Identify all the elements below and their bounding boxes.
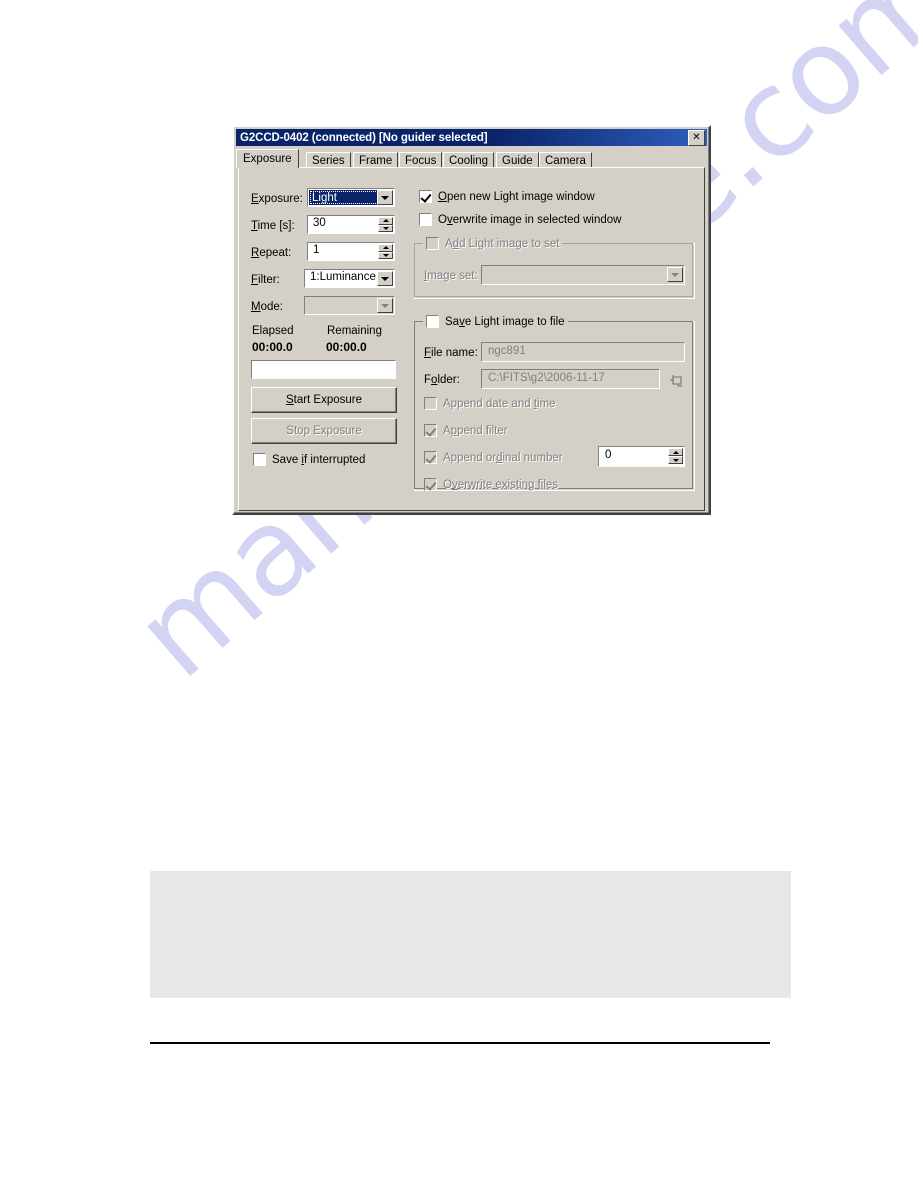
tab-focus[interactable]: Focus [399,152,443,168]
mode-label: Mode: [251,301,283,313]
ordinal-spinner[interactable]: 0 [598,446,685,467]
mode-combo[interactable] [304,296,395,315]
append-filter-label: Append filter [443,424,508,437]
file-name-input[interactable]: ngc891 [481,342,685,362]
close-icon[interactable]: ✕ [688,129,705,146]
exposure-progress-bar [251,360,396,379]
checkbox-box [253,453,266,466]
checkbox-box [419,213,432,226]
stop-exposure-label: Stop Exposure [286,425,362,437]
remaining-label: Remaining [327,325,382,337]
exposure-combo[interactable]: Light [307,188,395,207]
repeat-spin-buttons[interactable] [378,244,393,259]
folder-input[interactable]: C:\FITS\g2\2006-11-17 [481,369,660,389]
checkbox-box [426,237,439,250]
folder-label: Folder: [424,374,460,386]
overwrite-selected-window-label: Overwrite image in selected window [438,213,622,226]
repeat-spinner[interactable]: 1 [307,242,395,261]
tab-guide[interactable]: Guide [496,152,539,168]
filter-label: Filter: [251,274,280,286]
add-to-set-checkbox: Add Light image to set [423,237,563,250]
repeat-label: Repeat: [251,247,292,259]
chevron-down-icon [377,298,393,313]
ordinal-spin-buttons[interactable] [668,448,683,464]
open-new-window-label: Open new Light image window [438,190,595,203]
save-to-file-checkbox[interactable]: Save Light image to file [423,315,568,328]
spin-up-icon[interactable] [378,217,393,225]
spin-up-icon[interactable] [668,448,683,456]
append-ordinal-label: Append ordinal number [443,451,563,464]
spin-down-icon[interactable] [378,251,393,259]
dialog-titlebar: G2CCD-0402 (connected) [No guider select… [236,129,707,146]
checkbox-box [426,315,439,328]
ordinal-value: 0 [605,449,612,461]
chevron-down-icon[interactable] [377,271,393,286]
checkbox-box [424,451,437,464]
spin-up-icon[interactable] [378,244,393,252]
ccd-exposure-dialog: G2CCD-0402 (connected) [No guider select… [232,125,711,515]
start-exposure-label: Start Exposure [285,394,363,406]
chevron-down-icon[interactable] [377,190,393,205]
save-if-interrupted-label: Save if interrupted [272,453,366,466]
filter-combo[interactable]: 1:Luminance [304,269,395,288]
content-placeholder-box [150,871,791,998]
filter-value: 1:Luminance [310,271,376,283]
time-label: Time [s]: [251,220,295,232]
exposure-tab-page: Exposure: Light Time [s]: 30 Repeat: 1 F… [238,167,705,511]
tab-frame[interactable]: Frame [353,152,399,168]
open-new-window-checkbox[interactable]: Open new Light image window [419,190,595,203]
time-value: 30 [313,217,326,229]
remaining-value: 00:00.0 [326,340,367,354]
folder-value: C:\FITS\g2\2006-11-17 [488,372,605,384]
file-name-value: ngc891 [488,345,526,357]
save-to-file-group: Save Light image to file File name: ngc8… [414,315,695,491]
time-spin-buttons[interactable] [378,217,393,232]
overwrite-existing-checkbox: Overwrite existing files [424,478,558,491]
add-to-set-group: Add Light image to set Image set: [414,237,695,299]
start-exposure-button[interactable]: Start Exposure [251,387,397,413]
append-date-time-label: Append date and time [443,397,556,410]
spin-down-icon[interactable] [668,456,683,464]
elapsed-label: Elapsed [252,325,294,337]
append-filter-checkbox: Append filter [424,424,508,437]
append-ordinal-checkbox: Append ordinal number [424,451,563,464]
overwrite-existing-label: Overwrite existing files [443,478,559,491]
add-to-set-label: Add Light image to set [445,237,560,250]
dialog-title: G2CCD-0402 (connected) [No guider select… [240,131,488,144]
tab-series[interactable]: Series [306,152,351,168]
time-spinner[interactable]: 30 [307,215,395,234]
checkbox-box [424,397,437,410]
exposure-label: Exposure: [251,193,303,205]
checkbox-box [424,424,437,437]
overwrite-selected-window-checkbox[interactable]: Overwrite image in selected window [419,213,621,226]
tab-cooling[interactable]: Cooling [443,152,494,168]
stop-exposure-button: Stop Exposure [251,418,397,444]
save-if-interrupted-checkbox[interactable]: Save if interrupted [253,453,365,466]
tab-exposure[interactable]: Exposure [236,149,299,168]
tab-camera[interactable]: Camera [539,152,592,168]
repeat-value: 1 [313,244,320,256]
file-name-label: File name: [424,347,478,359]
page-footer-rule [150,1042,770,1044]
checkbox-box [419,190,432,203]
image-set-combo [481,265,685,285]
append-date-time-checkbox: Append date and time [424,397,556,410]
spin-down-icon[interactable] [378,224,393,232]
save-to-file-label: Save Light image to file [445,315,565,328]
image-set-label: Image set: [424,270,478,282]
tab-strip: Exposure Series Frame Focus Cooling Guid… [236,149,705,168]
exposure-combo-value: Light [309,190,379,205]
chevron-down-icon [667,267,683,282]
checkbox-box [424,478,437,491]
folder-browse-icon[interactable] [665,369,687,391]
elapsed-value: 00:00.0 [252,340,293,354]
